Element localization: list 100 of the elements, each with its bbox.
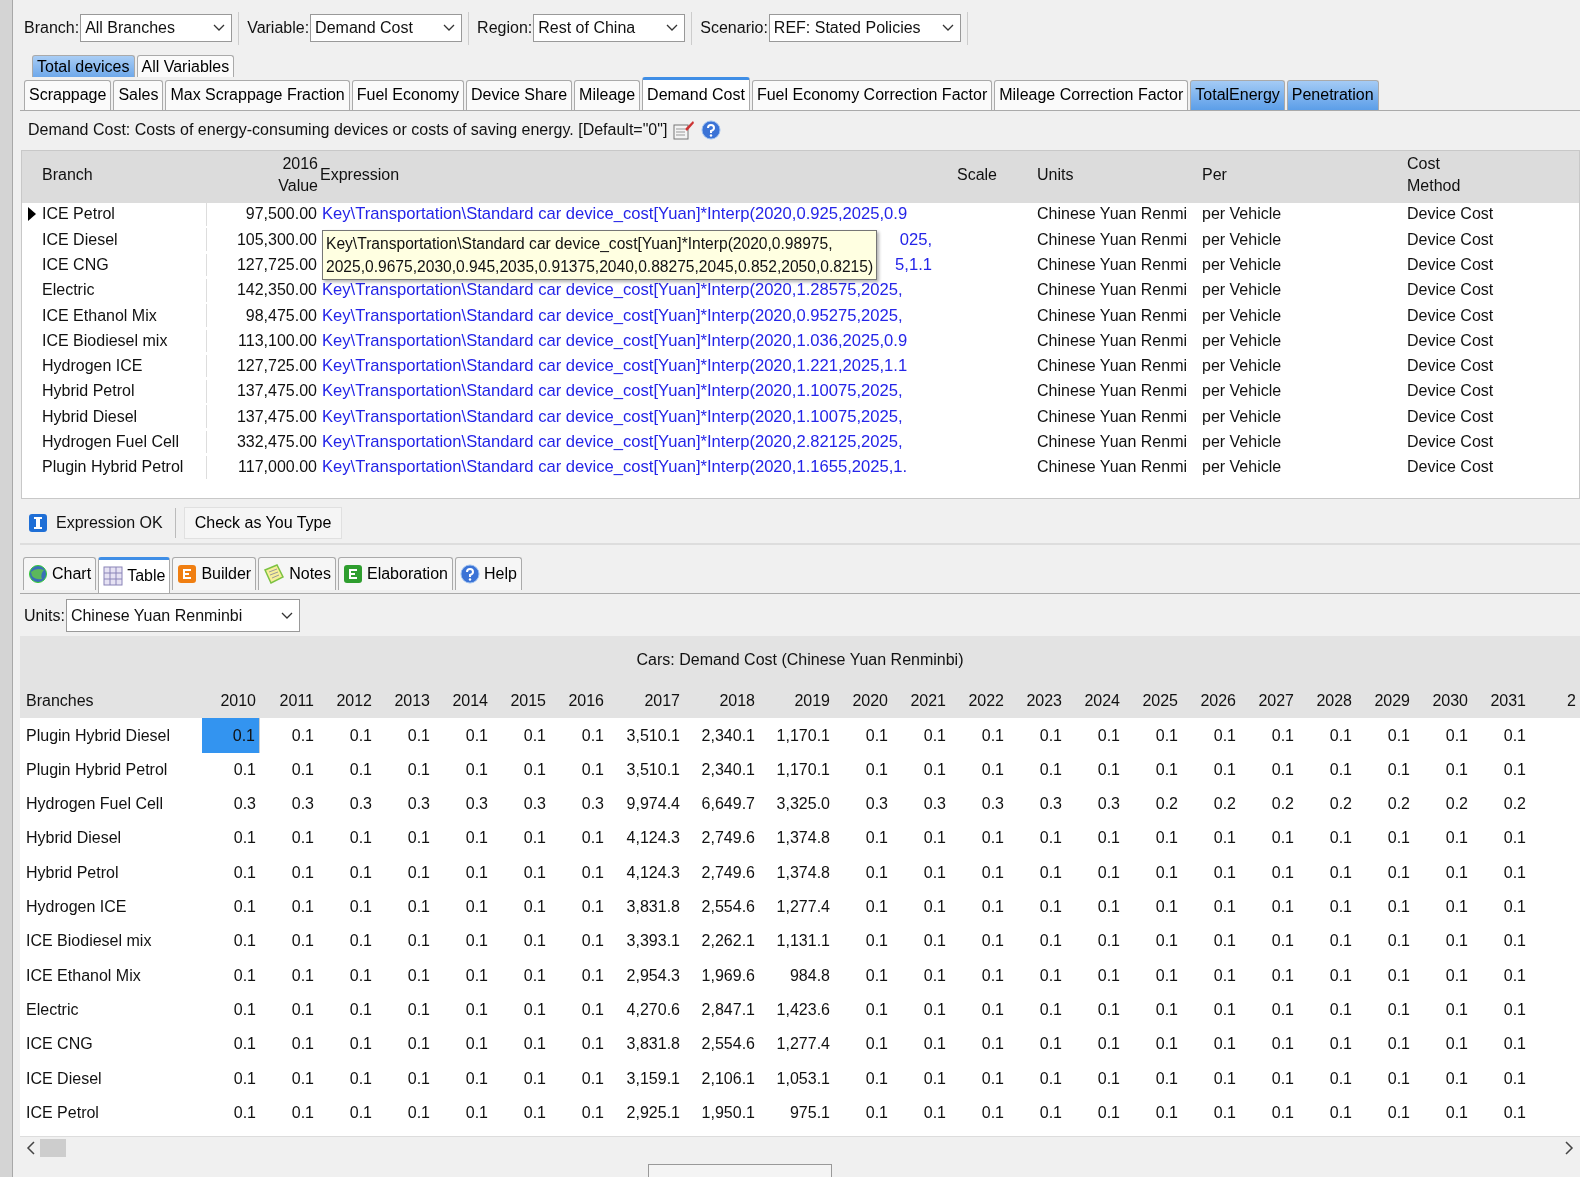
table-cell[interactable]: 3,510.1 <box>608 752 684 787</box>
table-cell[interactable]: 0.1 <box>434 855 492 890</box>
table-cell[interactable]: 0.1 <box>1414 1061 1472 1096</box>
table-cell[interactable]: 0.1 <box>1356 855 1414 890</box>
table-cell[interactable]: 0.1 <box>1182 821 1240 856</box>
table-cell[interactable]: 1,374.8 <box>759 821 834 856</box>
table-cell[interactable]: 0.1 <box>318 752 376 787</box>
table-cell[interactable]: 0.1 <box>1356 958 1414 993</box>
table-cell[interactable]: 2,262.1 <box>684 924 759 959</box>
table-cell[interactable]: 0.3 <box>834 787 892 822</box>
table-cell[interactable]: 0.1 <box>376 889 434 925</box>
table-cell[interactable]: 0.1 <box>202 1061 260 1096</box>
table-cell[interactable]: 0.1 <box>1066 718 1124 753</box>
table-cell[interactable]: 0.1 <box>1414 924 1472 959</box>
table-cell[interactable]: 0.1 <box>950 855 1008 890</box>
table-cell[interactable]: 0.1 <box>1066 992 1124 1028</box>
branch-name[interactable]: Hydrogen ICE <box>42 357 143 376</box>
table-cell[interactable]: 0.1 <box>892 958 950 993</box>
expression-link[interactable]: 5,1.1 <box>895 254 932 275</box>
table-cell[interactable]: 0.1 <box>550 992 608 1028</box>
table-cell[interactable]: 2,554.6 <box>684 1027 759 1062</box>
table-cell[interactable]: 0.1 <box>1066 855 1124 890</box>
table-cell[interactable]: 0.1 <box>318 1095 376 1130</box>
table-cell[interactable]: 0.1 <box>1066 1061 1124 1096</box>
table-cell[interactable]: 0.1 <box>1008 992 1066 1028</box>
expression-link[interactable]: Key\Transportation\Standard car device_cost[Yuan]*Interp(2020,0.925,2025,0.9 <box>322 204 908 225</box>
table-cell[interactable]: 1,277.4 <box>759 889 834 925</box>
table-cell[interactable]: 0.1 <box>1472 855 1530 890</box>
table-cell[interactable]: 0.1 <box>1298 1027 1356 1062</box>
expression-link[interactable]: Key\Transportation\Standard car device_cost[Yuan]*Interp(2020,1.10075,2025, <box>322 381 903 402</box>
table-cell[interactable]: 0.1 <box>492 855 550 890</box>
table-cell[interactable]: 2,749.6 <box>684 821 759 856</box>
table-cell[interactable]: 0.1 <box>892 1061 950 1096</box>
branch-name[interactable]: ICE Diesel <box>42 230 118 249</box>
table-cell[interactable]: 0.1 <box>892 1095 950 1130</box>
table-cell[interactable]: 0.3 <box>492 787 550 822</box>
table-cell[interactable]: 0.1 <box>1008 752 1066 787</box>
table-cell[interactable]: 0.1 <box>550 924 608 959</box>
table-cell[interactable]: 0.1 <box>1472 718 1530 753</box>
table-cell[interactable]: 0.1 <box>1356 718 1414 753</box>
table-cell[interactable]: 0.1 <box>1414 1027 1472 1062</box>
table-cell[interactable]: 0.1 <box>434 958 492 993</box>
table-cell[interactable]: 0.1 <box>834 1061 892 1096</box>
table-cell[interactable]: 0.1 <box>1414 855 1472 890</box>
table-cell[interactable]: 0.1 <box>892 992 950 1028</box>
table-cell[interactable]: 0.1 <box>318 924 376 959</box>
table-cell[interactable]: 0.1 <box>1008 1061 1066 1096</box>
table-cell[interactable]: 3,393.1 <box>608 924 684 959</box>
table-cell[interactable]: 3,831.8 <box>608 1027 684 1062</box>
table-cell[interactable]: 0.1 <box>1414 958 1472 993</box>
table-cell[interactable]: 0.1 <box>260 821 318 856</box>
units-dropdown[interactable]: Chinese Yuan Renminbi <box>65 599 300 633</box>
table-cell[interactable]: 6,649.7 <box>684 787 759 822</box>
table-cell[interactable]: 0.3 <box>1008 787 1066 822</box>
table-cell[interactable]: 0.1 <box>1182 889 1240 925</box>
table-cell[interactable]: 0.3 <box>1066 787 1124 822</box>
table-cell[interactable]: 0.1 <box>202 924 260 959</box>
table-cell[interactable]: 0.1 <box>550 1027 608 1062</box>
table-cell[interactable]: 0.1 <box>318 889 376 925</box>
table-cell[interactable]: 9,974.4 <box>608 787 684 822</box>
table-cell[interactable]: 0.1 <box>1472 821 1530 856</box>
table-cell[interactable]: 1,950.1 <box>684 1095 759 1130</box>
view-tab[interactable]: Notes <box>258 556 336 590</box>
table-cell[interactable]: 0.1 <box>1066 924 1124 959</box>
table-cell[interactable]: 0.1 <box>1472 1027 1530 1062</box>
table-cell[interactable]: 0.1 <box>950 821 1008 856</box>
table-cell[interactable]: 0.1 <box>1066 752 1124 787</box>
expression-link[interactable]: Key\Transportation\Standard car device_cost[Yuan]*Interp(2020,1.28575,2025, <box>322 280 903 301</box>
table-cell[interactable]: 0.1 <box>834 855 892 890</box>
table-cell[interactable]: 0.1 <box>1356 1027 1414 1062</box>
branch-name[interactable]: ICE Biodiesel mix <box>42 331 168 350</box>
table-cell[interactable]: 0.1 <box>202 1027 260 1062</box>
table-cell[interactable]: 0.1 <box>376 1027 434 1062</box>
table-cell[interactable]: 0.1 <box>1240 924 1298 959</box>
table-cell[interactable]: 0.1 <box>550 958 608 993</box>
scroll-thumb[interactable] <box>40 1139 66 1157</box>
expression-link[interactable]: 025, <box>899 229 932 250</box>
table-cell[interactable]: 0.1 <box>202 958 260 993</box>
table-cell[interactable]: 4,270.6 <box>608 992 684 1028</box>
variable-tab[interactable]: Max Scrappage Fraction <box>165 79 350 110</box>
table-cell[interactable]: 0.1 <box>892 924 950 959</box>
table-cell[interactable]: 0.1 <box>892 752 950 787</box>
table-cell[interactable]: 0.1 <box>950 718 1008 753</box>
expression-link[interactable]: Key\Transportation\Standard car device_cost[Yuan]*Interp(2020,1.221,2025,1.1 <box>322 356 908 377</box>
table-cell[interactable]: 0.1 <box>1182 752 1240 787</box>
expression-link[interactable]: Key\Transportation\Standard car device_cost[Yuan]*Interp(2020,1.1655,2025,1. <box>322 457 908 478</box>
table-cell[interactable]: 0.1 <box>318 992 376 1028</box>
table-cell[interactable]: 0.1 <box>318 821 376 856</box>
table-cell[interactable]: 4,124.3 <box>608 821 684 856</box>
table-cell[interactable]: 0.1 <box>376 855 434 890</box>
table-cell[interactable]: 0.1 <box>1182 718 1240 753</box>
table-cell[interactable]: 0.1 <box>950 1061 1008 1096</box>
table-cell[interactable]: 0.1 <box>1414 1095 1472 1130</box>
table-cell[interactable]: 0.1 <box>1472 924 1530 959</box>
table-cell[interactable]: 2,954.3 <box>608 958 684 993</box>
table-cell[interactable]: 0.1 <box>1182 992 1240 1028</box>
table-cell[interactable]: 0.1 <box>1356 1061 1414 1096</box>
table-cell[interactable]: 0.1 <box>202 855 260 890</box>
table-cell[interactable]: 0.3 <box>550 787 608 822</box>
splitter-handle[interactable] <box>648 1164 832 1177</box>
